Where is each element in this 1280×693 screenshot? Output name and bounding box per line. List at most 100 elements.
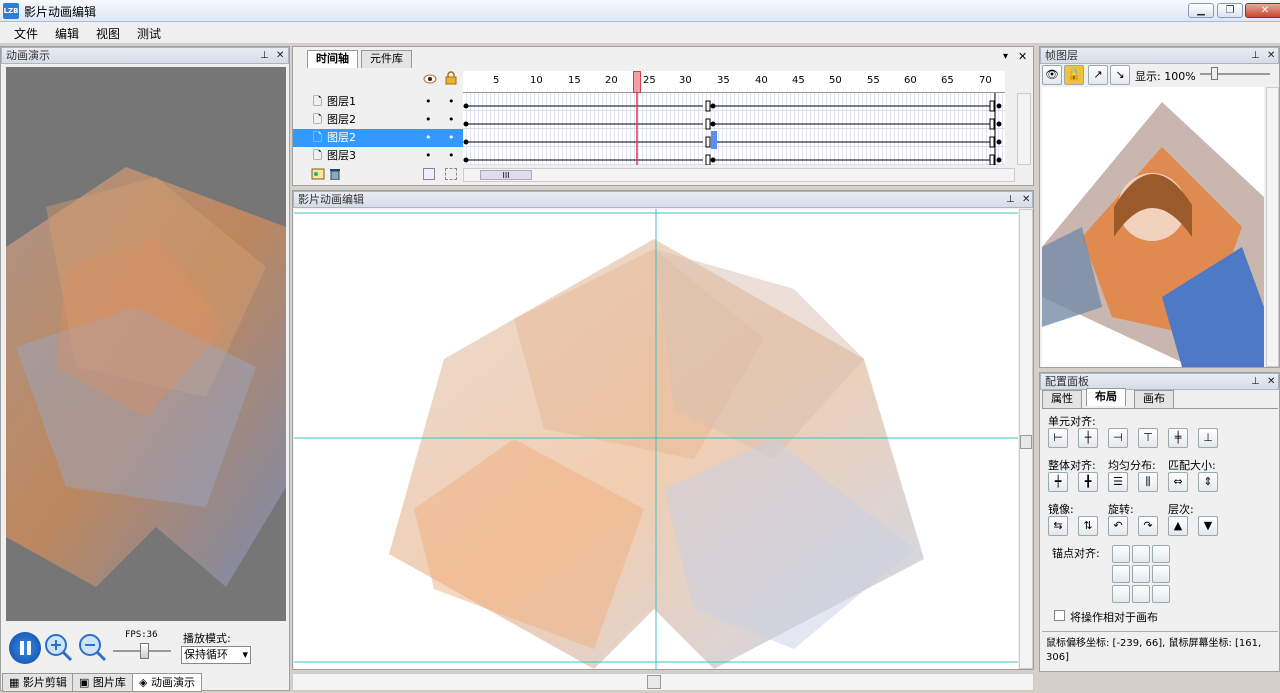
tab-canvas[interactable]: 画布 [1134,390,1174,408]
whole-align-h-button[interactable]: ┿ [1048,472,1068,492]
restore-button[interactable]: ❐ [1217,3,1243,18]
pause-button[interactable] [9,632,41,664]
frame-ruler[interactable]: 5 10 15 20 25 30 35 40 45 50 55 60 65 70 [463,71,1005,93]
align-hcenter-button[interactable]: ┼ [1078,428,1098,448]
layer-row[interactable]: 🗋 图层3 • • [293,147,463,165]
menu-test[interactable]: 测试 [137,25,161,42]
movie-editor-panel: 影片动画编辑 ⊥ ✕ [292,190,1034,670]
onion-skin-icon[interactable] [423,168,435,180]
anchor-top-center[interactable] [1132,545,1150,563]
close-icon[interactable]: ✕ [1018,50,1027,63]
visibility-dot[interactable]: • [425,111,432,128]
layer-row[interactable]: 🗋 图层1 • • [293,93,463,111]
edit-canvas[interactable] [294,209,1018,669]
anchor-center[interactable] [1132,565,1150,583]
bottom-tab-movie-clip[interactable]: ▦ 影片剪辑 [2,673,74,692]
trash-icon[interactable] [329,168,341,183]
bottom-tab-animation-demo[interactable]: ◈ 动画演示 [132,673,202,692]
tab-layout[interactable]: 布局 [1086,388,1126,406]
tab-symbol-library[interactable]: 元件库 [361,50,412,68]
play-mode-select[interactable]: 保持循环 ▾ [181,646,251,664]
canvas-vscroll[interactable] [1019,209,1033,669]
tab-timeline[interactable]: 时间轴 [307,50,358,68]
anchor-top-right[interactable] [1152,545,1170,563]
pin-icon[interactable]: ⊥ [1251,48,1260,63]
tab-properties[interactable]: 属性 [1042,390,1082,408]
flip-horizontal-icon: ⇆ [1053,519,1063,532]
close-icon[interactable]: ✕ [276,48,284,63]
timeline-hscroll[interactable]: III [463,168,1015,182]
match-width-button[interactable]: ⇔ [1168,472,1188,492]
hscroll-thumb[interactable] [647,675,661,689]
menu-file[interactable]: 文件 [14,25,38,42]
anchor-middle-left[interactable] [1112,565,1130,583]
distribute-v-button[interactable]: ☰ [1108,472,1128,492]
visibility-dot[interactable]: • [425,147,432,164]
lock-dot[interactable]: • [448,111,455,128]
send-back-button[interactable]: ▼ [1198,516,1218,536]
canvas-hscroll[interactable] [292,673,1034,691]
anchor-bottom-left[interactable] [1112,585,1130,603]
match-width-icon: ⇔ [1173,475,1183,488]
pin-icon[interactable]: ⊥ [260,48,269,63]
layer-row[interactable]: 🗋 图层2 • • [293,111,463,129]
menu-edit[interactable]: 编辑 [55,25,79,42]
distribute-h-icon: ⫼ [1145,475,1151,488]
mirror-v-button[interactable]: ⇅ [1078,516,1098,536]
dropdown-icon[interactable]: ▾ [1003,51,1008,62]
eye-toggle-button[interactable]: 👁 [1042,65,1062,85]
zoom-out-button[interactable] [77,632,107,662]
lock-dot[interactable]: • [448,129,455,146]
hscroll-thumb[interactable]: III [480,170,532,180]
frame-preview [1042,87,1264,367]
bring-front-button[interactable]: ▲ [1168,516,1188,536]
export-button[interactable]: ↗ [1088,65,1108,85]
mirror-h-button[interactable]: ⇆ [1048,516,1068,536]
relative-canvas-checkbox[interactable] [1054,610,1065,621]
lock-button[interactable]: 🔒 [1064,65,1084,85]
rotate-right-button[interactable]: ↷ [1138,516,1158,536]
playhead-handle[interactable] [633,71,641,93]
align-bottom-button[interactable]: ⊥ [1198,428,1218,448]
pin-icon[interactable]: ⊥ [1006,192,1015,207]
eye-icon[interactable] [423,73,437,88]
anchor-bottom-right[interactable] [1152,585,1170,603]
lock-dot[interactable]: • [448,147,455,164]
close-icon[interactable]: ✕ [1022,192,1030,207]
add-layer-icon[interactable] [311,168,325,183]
anchor-top-left[interactable] [1112,545,1130,563]
bottom-tab-image-library[interactable]: ▣ 图片库 [72,673,133,692]
match-height-button[interactable]: ⇕ [1198,472,1218,492]
pin-icon[interactable]: ⊥ [1251,374,1260,389]
zoom-in-button[interactable] [43,632,73,662]
layer-row-selected[interactable]: 🗋 图层2 • • [293,129,463,147]
align-top-button[interactable]: ⊤ [1138,428,1158,448]
import-button[interactable]: ↘ [1110,65,1130,85]
visibility-dot[interactable]: • [425,93,432,110]
anchor-middle-right[interactable] [1152,565,1170,583]
menu-view[interactable]: 视图 [96,25,120,42]
frame-vscroll[interactable] [1266,87,1279,367]
edit-multiple-icon[interactable] [445,168,457,180]
distribute-h-button[interactable]: ⫼ [1138,472,1158,492]
whole-align-v-button[interactable]: ╋ [1078,472,1098,492]
timeline-vscroll[interactable] [1017,93,1031,165]
zoom-slider-thumb[interactable] [1211,67,1218,80]
vscroll-thumb[interactable] [1020,435,1032,449]
align-vcenter-button[interactable]: ╪ [1168,428,1188,448]
close-button[interactable]: ✕ [1245,3,1280,18]
lock-dot[interactable]: • [448,93,455,110]
layer-order-label: 层次: [1168,503,1194,516]
align-left-button[interactable]: ⊢ [1048,428,1068,448]
panel-header: 帧图层 ⊥ ✕ [1040,47,1279,64]
close-icon[interactable]: ✕ [1267,374,1275,389]
layer-icon: 🗋 [313,149,322,162]
rotate-left-button[interactable]: ↶ [1108,516,1128,536]
align-right-button[interactable]: ⊣ [1108,428,1128,448]
minimize-button[interactable]: ▁ [1188,3,1214,18]
anchor-bottom-center[interactable] [1132,585,1150,603]
fps-slider-thumb[interactable] [140,643,149,659]
close-icon[interactable]: ✕ [1267,48,1275,63]
visibility-dot[interactable]: • [425,129,432,146]
lock-icon[interactable] [445,71,457,88]
